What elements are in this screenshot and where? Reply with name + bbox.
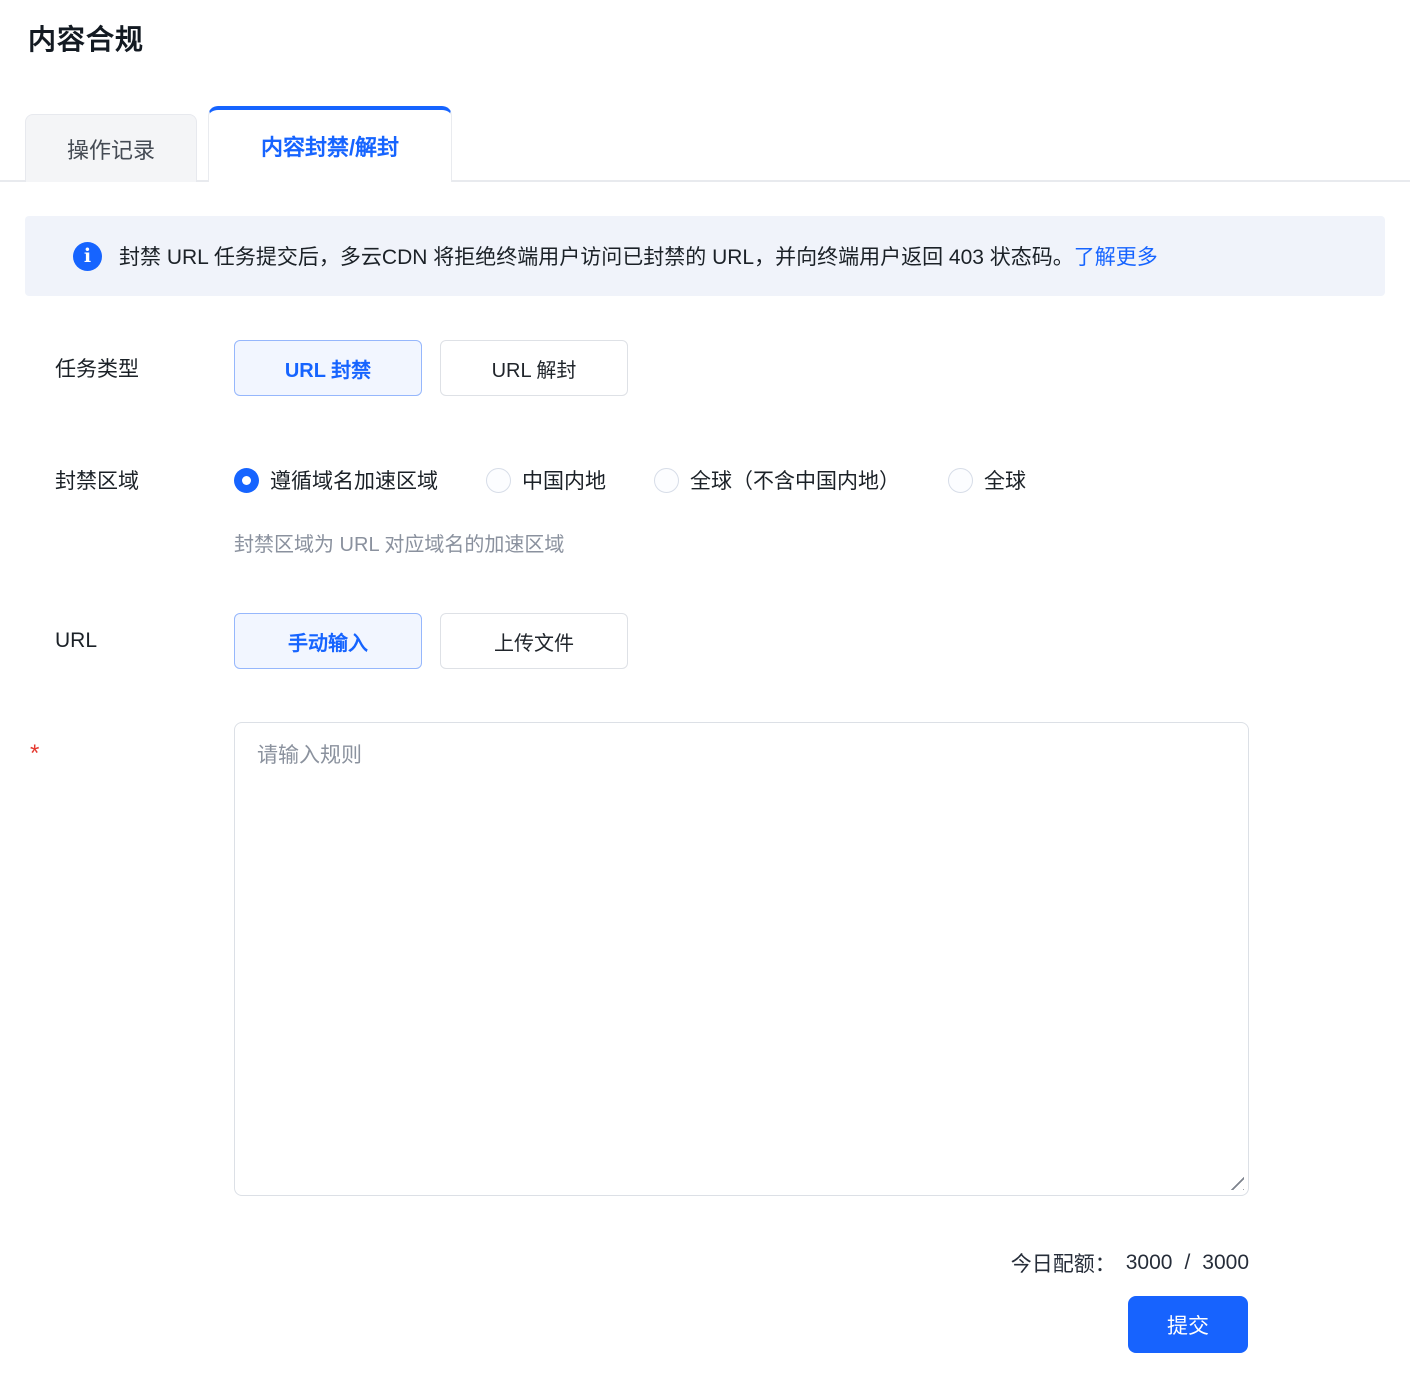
radio-label: 全球（不含中国内地）	[690, 470, 900, 493]
block-region-label: 封禁区域	[55, 470, 139, 493]
url-unblock-button[interactable]: URL 解封	[440, 340, 628, 396]
radio-label: 遵循域名加速区域	[270, 470, 438, 493]
submit-row: 提交	[0, 1296, 1410, 1353]
quota-total: 3000	[1202, 1251, 1249, 1274]
tab-operation-records[interactable]: 操作记录	[25, 114, 197, 182]
rules-textarea[interactable]	[234, 722, 1249, 1196]
radio-label: 中国内地	[522, 470, 606, 493]
tab-content-block-unblock[interactable]: 内容封禁/解封	[208, 106, 452, 182]
submit-button[interactable]: 提交	[1128, 1296, 1248, 1353]
block-region-row: 封禁区域 遵循域名加速区域 中国内地 全球（不含中国内地） 全球	[0, 465, 1410, 495]
url-label: URL	[55, 629, 98, 652]
tab-label: 操作记录	[66, 137, 155, 163]
radio-china-mainland[interactable]: 中国内地	[486, 465, 606, 495]
tab-label: 内容封禁/解封	[260, 135, 400, 160]
radio-unselected-icon	[486, 467, 511, 493]
quota-label: 今日配额：	[1010, 1253, 1116, 1276]
radio-unselected-icon	[948, 467, 973, 493]
manual-input-button[interactable]: 手动输入	[234, 613, 422, 669]
page-title: 内容合规	[28, 24, 145, 55]
url-input-mode-row: URL 手动输入 上传文件	[0, 613, 1410, 669]
learn-more-link[interactable]: 了解更多	[1074, 241, 1158, 271]
block-region-helper-text: 封禁区域为 URL 对应域名的加速区域	[234, 534, 565, 556]
rules-input-row: *	[0, 722, 1410, 1196]
upload-file-button[interactable]: 上传文件	[440, 613, 628, 669]
radio-unselected-icon	[654, 467, 679, 493]
quota-separator: /	[1184, 1251, 1191, 1274]
quota-row: 今日配额： 3000 / 3000	[0, 1248, 1410, 1278]
required-asterisk: *	[30, 740, 40, 767]
url-input-mode-group: 手动输入 上传文件	[234, 613, 628, 669]
url-block-button[interactable]: URL 封禁	[234, 340, 422, 396]
banner-text: 封禁 URL 任务提交后，多云CDN 将拒绝终端用户访问已封禁的 URL，并向终…	[119, 246, 1074, 269]
task-type-label: 任务类型	[55, 358, 139, 381]
info-banner: i 封禁 URL 任务提交后，多云CDN 将拒绝终端用户访问已封禁的 URL，并…	[25, 216, 1385, 296]
radio-selected-icon	[234, 467, 259, 493]
radio-global[interactable]: 全球	[948, 465, 1026, 495]
quota-used: 3000	[1125, 1251, 1173, 1274]
block-region-radio-group: 遵循域名加速区域 中国内地 全球（不含中国内地） 全球	[234, 465, 1074, 495]
task-type-group: URL 封禁 URL 解封	[234, 340, 628, 396]
task-type-row: 任务类型 URL 封禁 URL 解封	[0, 340, 1410, 396]
radio-label: 全球	[984, 470, 1026, 493]
radio-follow-domain-region[interactable]: 遵循域名加速区域	[234, 465, 438, 495]
radio-global-excl-china[interactable]: 全球（不含中国内地）	[654, 465, 900, 495]
rules-textarea-wrap	[234, 722, 1249, 1196]
info-icon: i	[73, 241, 102, 271]
tab-bar: 操作记录 内容封禁/解封	[0, 106, 1410, 182]
